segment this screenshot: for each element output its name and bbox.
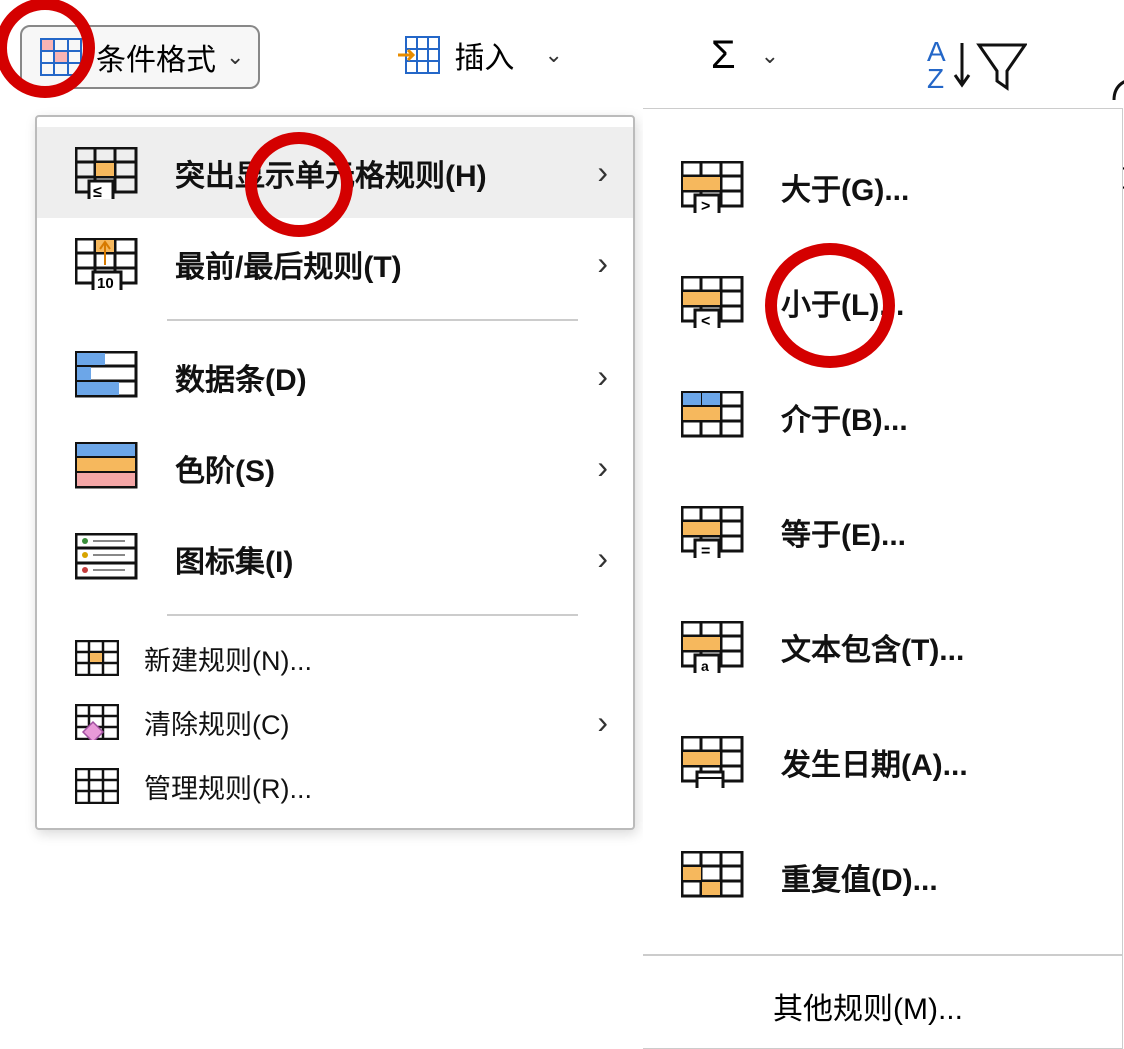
insert-button[interactable]: 插入 ⌄ xyxy=(380,25,576,85)
svg-text:<: < xyxy=(701,313,710,328)
svg-text:a: a xyxy=(701,658,709,673)
svg-text:=: = xyxy=(701,543,710,558)
between-icon xyxy=(678,389,753,444)
menu-separator xyxy=(167,319,578,321)
submenu-item-label: 重复值(D)... xyxy=(781,855,938,899)
chevron-right-icon: › xyxy=(597,245,608,282)
chevron-down-icon: ⌄ xyxy=(761,43,779,69)
menu-data-bars[interactable]: 数据条(D) › xyxy=(37,331,633,422)
equal-to-icon: = xyxy=(678,504,753,559)
chevron-right-icon: › xyxy=(597,358,608,395)
chevron-down-icon: ⌄ xyxy=(226,44,244,70)
highlight-rules-icon: ≤ xyxy=(72,145,147,200)
autosum-button[interactable]: Σ ⌄ xyxy=(697,25,793,86)
less-than-icon: < xyxy=(678,274,753,329)
menu-item-label: 新建规则(N)... xyxy=(144,639,312,678)
submenu-item-label: 等于(E)... xyxy=(781,510,906,554)
date-occurring-icon xyxy=(678,734,753,789)
color-scales-icon xyxy=(72,440,147,495)
partial-person-icon xyxy=(1094,30,1124,100)
conditional-formatting-menu: ≤ 突出显示单元格规则(H) › 10 最前/最后规则(T) › xyxy=(35,115,635,830)
greater-than-icon: > xyxy=(678,159,753,214)
menu-item-label: 图标集(I) xyxy=(175,537,293,581)
data-bars-icon xyxy=(72,349,147,404)
chevron-right-icon: › xyxy=(597,154,608,191)
menu-icon-sets[interactable]: 图标集(I) › xyxy=(37,513,633,604)
top-bottom-icon: 10 xyxy=(72,236,147,291)
menu-item-label: 数据条(D) xyxy=(175,355,307,399)
manage-rules-icon xyxy=(72,766,122,806)
conditional-formatting-button[interactable]: 条件格式 ⌄ xyxy=(20,25,260,89)
duplicate-values-icon xyxy=(678,849,753,904)
menu-top-bottom-rules[interactable]: 10 最前/最后规则(T) › xyxy=(37,218,633,309)
clear-rules-icon xyxy=(72,702,122,742)
ribbon-toolbar: 条件格式 ⌄ 插入 ⌄ Σ ⌄ A Z xyxy=(0,0,1124,115)
sort-filter-button[interactable]: A Z xyxy=(913,25,1041,101)
chevron-right-icon: › xyxy=(597,704,608,741)
submenu-between[interactable]: 介于(B)... xyxy=(643,359,1122,474)
submenu-item-label: 发生日期(A)... xyxy=(781,740,968,784)
submenu-item-label: 介于(B)... xyxy=(781,395,908,439)
chevron-right-icon: › xyxy=(597,449,608,486)
menu-color-scales[interactable]: 色阶(S) › xyxy=(37,422,633,513)
submenu-item-label: 小于(L)... xyxy=(781,280,904,324)
submenu-text-contains[interactable]: a 文本包含(T)... xyxy=(643,589,1122,704)
svg-text:10: 10 xyxy=(97,275,114,290)
chevron-down-icon: ⌄ xyxy=(544,42,562,68)
menu-new-rule[interactable]: 新建规则(N)... xyxy=(37,626,633,690)
insert-icon xyxy=(394,35,444,75)
icon-sets-icon xyxy=(72,531,147,586)
sort-filter-icon: A Z xyxy=(927,33,1027,93)
new-rule-icon xyxy=(72,638,122,678)
submenu-equal-to[interactable]: = 等于(E)... xyxy=(643,474,1122,589)
svg-text:>: > xyxy=(701,198,710,213)
submenu-greater-than[interactable]: > 大于(G)... xyxy=(643,129,1122,244)
conditional-formatting-icon xyxy=(36,37,86,77)
menu-clear-rules[interactable]: 清除规则(C) › xyxy=(37,690,633,754)
svg-text:≤: ≤ xyxy=(93,184,102,199)
insert-label: 插入 xyxy=(454,33,514,77)
submenu-item-label: 大于(G)... xyxy=(781,165,909,209)
submenu-more-label: 其他规则(M)... xyxy=(773,993,963,1026)
menu-item-label: 最前/最后规则(T) xyxy=(175,242,402,286)
menu-item-label: 突出显示单元格规则(H) xyxy=(175,151,487,195)
sigma-icon: Σ xyxy=(711,33,736,78)
submenu-duplicate-values[interactable]: 重复值(D)... xyxy=(643,819,1122,934)
chevron-right-icon: › xyxy=(597,540,608,577)
submenu-item-label: 文本包含(T)... xyxy=(781,625,964,669)
svg-text:Z: Z xyxy=(927,63,944,93)
text-contains-icon: a xyxy=(678,619,753,674)
menu-separator xyxy=(167,614,578,616)
menu-item-label: 清除规则(C) xyxy=(144,703,289,742)
menu-highlight-cell-rules[interactable]: ≤ 突出显示单元格规则(H) › xyxy=(37,127,633,218)
menu-item-label: 管理规则(R)... xyxy=(144,767,312,806)
menu-item-label: 色阶(S) xyxy=(175,446,275,490)
submenu-less-than[interactable]: < 小于(L)... xyxy=(643,244,1122,359)
menu-manage-rules[interactable]: 管理规则(R)... xyxy=(37,754,633,818)
submenu-more-rules[interactable]: 其他规则(M)... xyxy=(643,954,1122,1028)
conditional-formatting-label: 条件格式 xyxy=(96,35,216,79)
highlight-rules-submenu: > 大于(G)... < 小于(L)... xyxy=(643,108,1123,1049)
submenu-date-occurring[interactable]: 发生日期(A)... xyxy=(643,704,1122,819)
